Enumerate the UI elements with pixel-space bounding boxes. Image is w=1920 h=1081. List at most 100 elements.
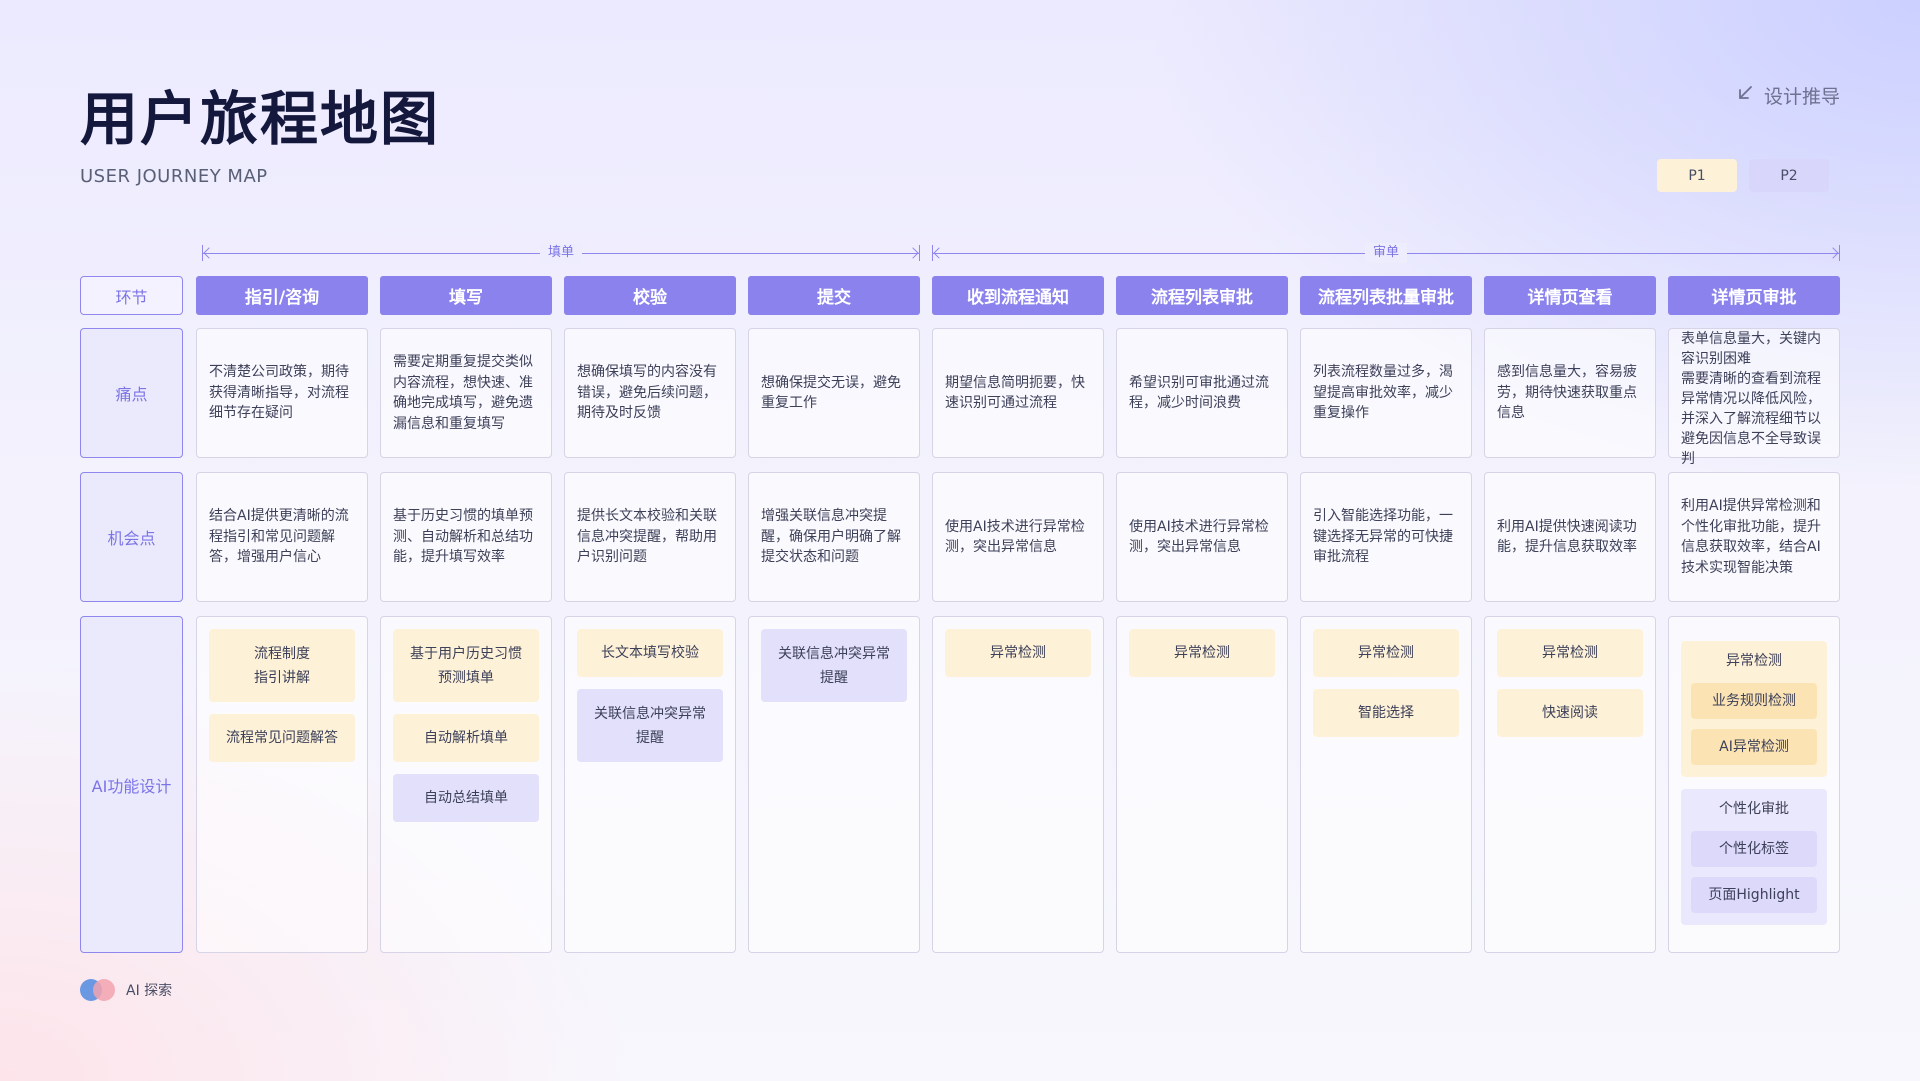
pain-point-card: 需要定期重复提交类似内容流程，想快速、准确地完成填写，避免遗漏信息和重复填写 — [380, 328, 552, 458]
opportunity-text: 使用AI技术进行异常检测，突出异常信息 — [1129, 518, 1269, 556]
pain-point-text: 希望识别可审批通过流程，减少时间浪费 — [1129, 374, 1269, 412]
journey-columns: 指引/咨询不清楚公司政策，期待获得清晰指导，对流程细节存在疑问结合AI提供更清晰… — [196, 276, 1840, 953]
journey-column: 流程列表审批 希望识别可审批通过流程，减少时间浪费 使用AI技术进行异常检测，突出异… — [1116, 276, 1288, 953]
ai-feature-subchip[interactable]: AI异常检测 — [1691, 729, 1817, 765]
row-label-pain: 痛点 — [80, 328, 183, 458]
phase-bracket-review: 审单 — [932, 243, 1840, 263]
journey-column: 指引/咨询不清楚公司政策，期待获得清晰指导，对流程细节存在疑问结合AI提供更清晰… — [196, 276, 368, 953]
stage-header[interactable]: 校验 — [564, 276, 736, 315]
ai-feature-group: 异常检测业务规则检测 AI异常检测 — [1681, 641, 1827, 777]
opportunity-card: 使用AI技术进行异常检测，突出异常信息 — [932, 472, 1104, 602]
ai-feature-group: 个性化审批个性化标签页面Highlight — [1681, 789, 1827, 925]
phase-label-fill: 填单 — [539, 243, 583, 263]
pain-point-text: 需要定期重复提交类似内容流程，想快速、准确地完成填写，避免遗漏信息和重复填写 — [393, 354, 533, 432]
ai-feature-card: 流程制度 指引讲解流程常见问题解答 — [196, 616, 368, 953]
journey-column: 收到流程通知 期望信息简明扼要，快速识别可通过流程 使用AI技术进行异常检测，突出异… — [932, 276, 1104, 953]
journey-column: 流程列表批量审批列表流程数量过多，渴望提高审批效率，减少重复操作 引入智能选择功能… — [1300, 276, 1472, 953]
ai-feature-card: 异常检测 — [1116, 616, 1288, 953]
pain-point-text: 期望信息简明扼要，快速识别可通过流程 — [945, 374, 1085, 412]
journey-column: 填写需要定期重复提交类似内容流程，想快速、准确地完成填写，避免遗漏信息和重复填写… — [380, 276, 552, 953]
ai-feature-chip[interactable]: 关联信息冲突异常 提醒 — [761, 629, 907, 702]
ai-feature-subchip[interactable]: 个性化标签 — [1691, 831, 1817, 867]
stage-header[interactable]: 流程列表审批 — [1116, 276, 1288, 315]
opportunity-card: 引入智能选择功能，一键选择无异常的可快捷审批流程 — [1300, 472, 1472, 602]
ai-feature-card: 异常检测 智能选择 — [1300, 616, 1472, 953]
ai-feature-chip[interactable]: 异常检测 — [1129, 629, 1275, 677]
stage-header[interactable]: 提交 — [748, 276, 920, 315]
pain-point-card: 想确保提交无误，避免重复工作 — [748, 328, 920, 458]
pain-point-text: 想确保提交无误，避免重复工作 — [761, 374, 901, 412]
pain-point-text: 表单信息量大，关键内容识别困难 需要清晰的查看到流程异常情况以降低风险，并深入了… — [1681, 331, 1821, 467]
footer-label: AI 探索 — [126, 983, 173, 999]
opportunity-text: 增强关联信息冲突提醒，确保用户明确了解提交状态和问题 — [761, 508, 901, 566]
opportunity-text: 提供长文本校验和关联信息冲突提醒，帮助用户识别问题 — [577, 508, 717, 566]
opportunity-text: 利用AI提供快速阅读功能，提升信息获取效率 — [1497, 518, 1637, 556]
opportunity-card: 利用AI提供异常检测和个性化审批功能，提升信息获取效率，结合AI技术实现智能决策 — [1668, 472, 1840, 602]
ai-feature-chip[interactable]: 基于用户历史习惯 预测填单 — [393, 629, 539, 702]
ai-feature-subchip[interactable]: 业务规则检测 — [1691, 683, 1817, 719]
row-label-ai: AI功能设计 — [80, 616, 183, 953]
ai-feature-group-title: 个性化审批 — [1719, 801, 1789, 817]
pain-point-card: 表单信息量大，关键内容识别困难 需要清晰的查看到流程异常情况以降低风险，并深入了… — [1668, 328, 1840, 467]
row-label-opportunity: 机会点 — [80, 472, 183, 602]
ai-feature-chip[interactable]: 快速阅读 — [1497, 689, 1643, 737]
ai-feature-chip[interactable]: 异常检测 — [1313, 629, 1459, 677]
opportunity-card: 使用AI技术进行异常检测，突出异常信息 — [1116, 472, 1288, 602]
ai-feature-chip[interactable]: 智能选择 — [1313, 689, 1459, 737]
stage-header[interactable]: 收到流程通知 — [932, 276, 1104, 315]
legend-p1: P1 — [1657, 159, 1737, 192]
stage-header[interactable]: 指引/咨询 — [196, 276, 368, 315]
phase-label-review: 审单 — [1364, 243, 1408, 263]
pain-point-card: 列表流程数量过多，渴望提高审批效率，减少重复操作 — [1300, 328, 1472, 458]
arrow-down-left-icon — [1736, 84, 1754, 107]
ai-feature-chip[interactable]: 异常检测 — [945, 629, 1091, 677]
journey-column: 详情页审批表单信息量大，关键内容识别困难 需要清晰的查看到流程异常情况以降低风险… — [1668, 276, 1840, 953]
ai-feature-chip[interactable]: 关联信息冲突异常 提醒 — [577, 689, 723, 762]
opportunity-card: 基于历史习惯的填单预测、自动解析和总结功能，提升填写效率 — [380, 472, 552, 602]
opportunity-text: 利用AI提供异常检测和个性化审批功能，提升信息获取效率，结合AI技术实现智能决策 — [1681, 498, 1821, 576]
ai-feature-chip[interactable]: 流程常见问题解答 — [209, 714, 355, 762]
design-derivation-link[interactable]: 设计推导 — [1736, 82, 1840, 109]
ai-feature-subchip[interactable]: 页面Highlight — [1691, 877, 1817, 913]
pain-point-card: 期望信息简明扼要，快速识别可通过流程 — [932, 328, 1104, 458]
opportunity-card: 结合AI提供更清晰的流程指引和常见问题解答，增强用户信心 — [196, 472, 368, 602]
ai-feature-chip[interactable]: 长文本填写校验 — [577, 629, 723, 677]
ai-feature-card: 异常检测业务规则检测 AI异常检测个性化审批个性化标签页面Highlight — [1668, 616, 1840, 953]
ai-feature-group-title: 异常检测 — [1726, 653, 1782, 669]
ai-feature-card: 关联信息冲突异常 提醒 — [748, 616, 920, 953]
page-title: 用户旅程地图 — [80, 85, 441, 153]
stage-header[interactable]: 填写 — [380, 276, 552, 315]
stage-header[interactable]: 详情页查看 — [1484, 276, 1656, 315]
ai-feature-card: 长文本填写校验关联信息冲突异常 提醒 — [564, 616, 736, 953]
pain-point-card: 感到信息量大，容易疲劳，期待快速获取重点信息 — [1484, 328, 1656, 458]
legend-p2: P2 — [1749, 159, 1829, 192]
page-subtitle: USER JOURNEY MAP — [80, 166, 268, 187]
opportunity-text: 使用AI技术进行异常检测，突出异常信息 — [945, 518, 1085, 556]
journey-column: 详情页查看感到信息量大，容易疲劳，期待快速获取重点信息利用AI提供快速阅读功能，… — [1484, 276, 1656, 953]
ai-feature-card: 异常检测 — [932, 616, 1104, 953]
opportunity-card: 增强关联信息冲突提醒，确保用户明确了解提交状态和问题 — [748, 472, 920, 602]
footer-ai-explore: AI 探索 — [80, 979, 172, 1001]
stage-header[interactable]: 详情页审批 — [1668, 276, 1840, 315]
pain-point-card: 不清楚公司政策，期待获得清晰指导，对流程细节存在疑问 — [196, 328, 368, 458]
ai-feature-chip[interactable]: 自动解析填单 — [393, 714, 539, 762]
pain-point-text: 感到信息量大，容易疲劳，期待快速获取重点信息 — [1497, 364, 1637, 422]
pain-point-card: 希望识别可审批通过流程，减少时间浪费 — [1116, 328, 1288, 458]
ai-feature-chip[interactable]: 自动总结填单 — [393, 774, 539, 822]
journey-column: 校验想确保填写的内容没有错误，避免后续问题，期待及时反馈提供长文本校验和关联信息… — [564, 276, 736, 953]
ai-feature-card: 基于用户历史习惯 预测填单自动解析填单 自动总结填单 — [380, 616, 552, 953]
design-derivation-label: 设计推导 — [1763, 86, 1840, 108]
phase-bracket-fill: 填单 — [202, 243, 920, 263]
ai-feature-chip[interactable]: 异常检测 — [1497, 629, 1643, 677]
pain-point-card: 想确保填写的内容没有错误，避免后续问题，期待及时反馈 — [564, 328, 736, 458]
ai-feature-chip[interactable]: 流程制度 指引讲解 — [209, 629, 355, 702]
opportunity-card: 利用AI提供快速阅读功能，提升信息获取效率 — [1484, 472, 1656, 602]
pain-point-text: 列表流程数量过多，渴望提高审批效率，减少重复操作 — [1313, 364, 1453, 422]
ai-explore-logo-icon — [80, 979, 116, 1001]
opportunity-text: 基于历史习惯的填单预测、自动解析和总结功能，提升填写效率 — [393, 508, 533, 566]
stage-header[interactable]: 流程列表批量审批 — [1300, 276, 1472, 315]
opportunity-text: 引入智能选择功能，一键选择无异常的可快捷审批流程 — [1313, 508, 1453, 566]
pain-point-text: 不清楚公司政策，期待获得清晰指导，对流程细节存在疑问 — [209, 364, 349, 422]
opportunity-card: 提供长文本校验和关联信息冲突提醒，帮助用户识别问题 — [564, 472, 736, 602]
ai-feature-card: 异常检测 快速阅读 — [1484, 616, 1656, 953]
